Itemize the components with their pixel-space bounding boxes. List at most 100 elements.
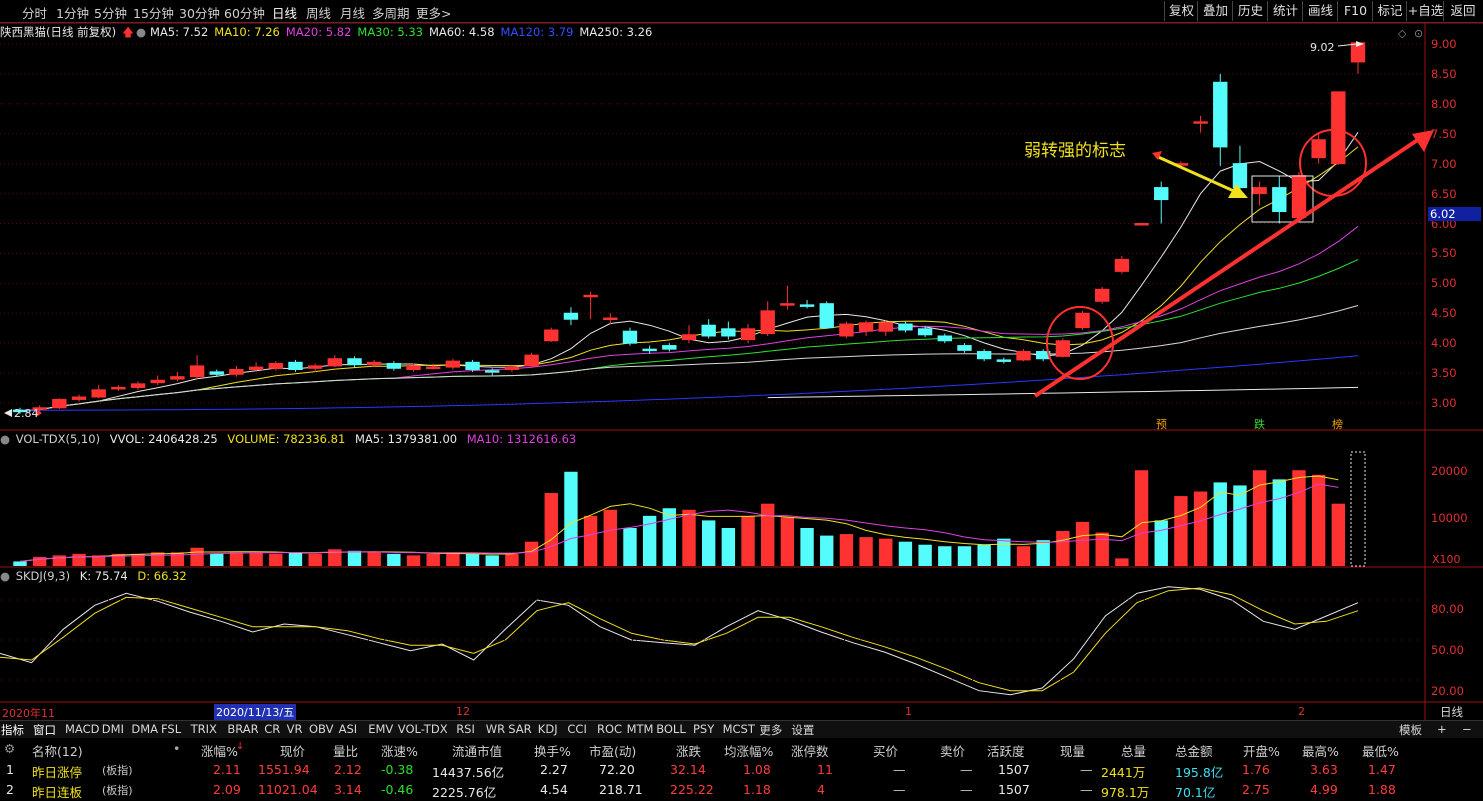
candle-body (1095, 288, 1110, 302)
indicator-tab-15[interactable]: WR (486, 722, 505, 736)
column-header-16[interactable]: 总金额 (1175, 741, 1213, 760)
period-3[interactable]: 15分钟 (133, 3, 174, 22)
indicator-tab-1[interactable]: 窗口 (33, 722, 56, 738)
kdj-scale-label: 80.00 (1431, 602, 1464, 616)
column-header-0[interactable]: 名称(12) (32, 741, 83, 760)
volume-bar (780, 517, 795, 566)
indicator-tabs: 指标 窗口 MACD DMI DMA FSL TRIX BRAR CR VR OBV ASI EMV VO… (0, 704, 1483, 738)
candle-body (898, 323, 913, 331)
volume-bar (249, 552, 263, 566)
toolbar-button-4[interactable]: 画线 (1302, 1, 1338, 21)
trend-arrow-line (1033, 135, 1424, 398)
indicator-tab-19[interactable]: ROC (597, 722, 622, 736)
volume-scale-label: 10000 (1431, 511, 1468, 525)
tabs-right-1[interactable]: + (1437, 722, 1447, 736)
column-header-4[interactable]: 涨速% (381, 741, 418, 760)
column-header-15[interactable]: 总量 (1121, 741, 1146, 760)
period-4[interactable]: 30分钟 (179, 3, 220, 22)
indicator-tab-12[interactable]: EMV (368, 722, 393, 736)
kdj-scale-label: 20.00 (1431, 684, 1464, 698)
toolbar-button-7[interactable]: +自选 (1406, 1, 1444, 21)
column-header-13[interactable]: 活跃度 (987, 741, 1025, 760)
indicator-tab-6[interactable]: TRIX (191, 722, 217, 736)
indicator-tab-4[interactable]: DMA (131, 722, 158, 736)
indicator-tab-20[interactable]: MTM (627, 722, 654, 736)
indicator-tab-0[interactable]: 指标 (1, 722, 24, 738)
indicator-tab-16[interactable]: SAR (508, 722, 531, 736)
column-header-18[interactable]: 最高% (1302, 741, 1339, 760)
gear-icon[interactable]: ⚙ (4, 741, 15, 756)
marker-yu[interactable]: 预 (1156, 416, 1167, 432)
toolbar-button-8[interactable]: 返回 (1443, 1, 1482, 21)
indicator-tab-8[interactable]: CR (264, 722, 280, 736)
table-cell: 2.09 (213, 782, 241, 797)
toolbar-button-0[interactable]: 复权 (1164, 1, 1198, 21)
indicator-tab-7[interactable]: BRAR (227, 722, 258, 736)
period-0[interactable]: 分时 (22, 3, 47, 22)
column-header-10[interactable]: 涨停数 (791, 741, 829, 760)
indicator-tab-3[interactable]: DMI (102, 722, 124, 736)
volume-bar (229, 552, 244, 566)
column-header-6[interactable]: 换手% (534, 741, 571, 760)
toolbar-button-1[interactable]: 叠加 (1197, 1, 1233, 21)
period-9[interactable]: 多周期 (372, 3, 410, 22)
price-scale-label: 8.50 (1431, 66, 1457, 81)
period-5[interactable]: 60分钟 (224, 3, 265, 22)
period-8[interactable]: 月线 (340, 3, 365, 22)
column-header-17[interactable]: 开盘% (1243, 741, 1280, 760)
volume-bar (1193, 491, 1208, 566)
indicator-tab-10[interactable]: OBV (309, 722, 333, 736)
toolbar-button-5[interactable]: F10 (1337, 1, 1373, 21)
period-7[interactable]: 周线 (306, 3, 331, 22)
indicator-tab-9[interactable]: VR (287, 722, 303, 736)
indicator-tab-13[interactable]: VOL-TDX (398, 722, 448, 736)
indicator-tab-2[interactable]: MACD (65, 722, 99, 736)
indicator-tab-14[interactable]: RSI (456, 722, 475, 736)
column-header-14[interactable]: 现量 (1060, 741, 1085, 760)
column-header-11[interactable]: 买价 (873, 741, 898, 760)
period-daily-label[interactable]: 日线 (1440, 704, 1463, 720)
column-header-8[interactable]: 涨跌 (676, 741, 701, 760)
table-row[interactable]: 1 昨日涨停 (板指) 2.11 1551.94 2.12 -0.38 14437.56亿 2.… (0, 760, 1483, 780)
date-axis-dec: 12 (456, 705, 470, 718)
candle-body (1232, 163, 1248, 189)
low-price-label: 2.84 (14, 407, 39, 420)
indicator-tab-21[interactable]: BOLL (656, 722, 686, 736)
marker-die[interactable]: 跌 (1254, 416, 1265, 432)
column-header-5[interactable]: 流通市值 (452, 741, 502, 760)
tabs-right-2[interactable]: − (1462, 722, 1472, 736)
marker-bang[interactable]: 榜 (1332, 416, 1343, 432)
candle-body (426, 366, 441, 370)
column-header-9[interactable]: 均涨幅% (724, 741, 773, 760)
period-6[interactable]: 日线 (272, 3, 297, 22)
ma-legend-3: MA30: 5.33 (357, 25, 423, 39)
column-header-12[interactable]: 卖价 (940, 741, 965, 760)
indicator-tab-24[interactable]: 更多 (759, 722, 782, 738)
indicator-tab-23[interactable]: MCST (723, 722, 755, 736)
candle-body (917, 328, 933, 336)
period-2[interactable]: 5分钟 (94, 3, 127, 22)
tabs-right-0[interactable]: 模板 (1399, 722, 1422, 738)
candle-body (209, 371, 224, 375)
indicator-tab-17[interactable]: KDJ (538, 722, 558, 736)
volume-bar (603, 509, 617, 566)
stock-chart[interactable]: ◇ ⊙ (0, 22, 1483, 720)
toolbar-button-2[interactable]: 历史 (1232, 1, 1268, 21)
period-1[interactable]: 1分钟 (56, 3, 89, 22)
indicator-tab-11[interactable]: ASI (339, 722, 358, 736)
table-row[interactable]: 2 昨日连板 (板指) 2.09 11021.04 3.14 -0.46 2225.76亿 4.… (0, 780, 1483, 800)
table-cell: 1 (6, 762, 14, 777)
toolbar-button-3[interactable]: 统计 (1267, 1, 1303, 21)
indicator-tab-22[interactable]: PSY (693, 722, 714, 736)
column-header-2[interactable]: 现价 (280, 741, 305, 760)
column-header-7[interactable]: 市盈(动) (589, 741, 636, 760)
column-header-3[interactable]: 量比 (333, 741, 358, 760)
table-cell: — (893, 762, 906, 777)
column-header-19[interactable]: 最低% (1362, 741, 1399, 760)
column-header-1[interactable]: 涨幅% (201, 741, 238, 760)
period-10[interactable]: 更多> (416, 3, 451, 22)
indicator-tab-18[interactable]: CCI (567, 722, 586, 736)
indicator-tab-25[interactable]: 设置 (791, 722, 814, 738)
indicator-tab-5[interactable]: FSL (161, 722, 181, 736)
toolbar-button-6[interactable]: 标记 (1372, 1, 1407, 21)
